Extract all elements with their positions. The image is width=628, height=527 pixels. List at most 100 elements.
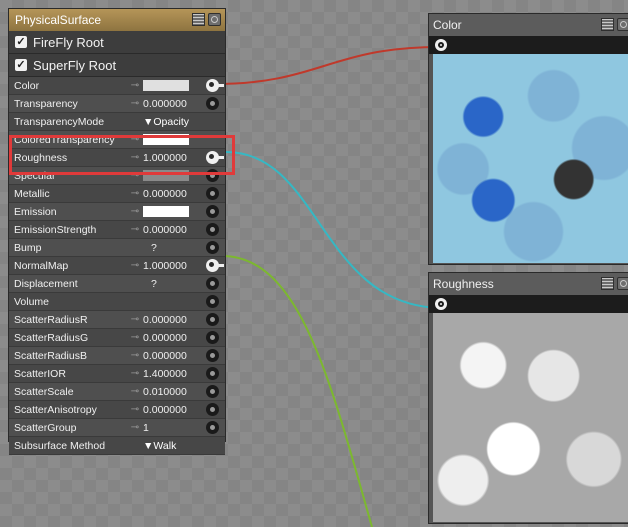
property-name: ScatterRadiusG	[14, 331, 89, 344]
property-value[interactable]	[143, 80, 206, 92]
property-row-scattergroup[interactable]: ScatterGroup ⊸ 1	[9, 419, 225, 437]
property-value[interactable]: 0.000000	[143, 404, 206, 416]
property-row-scatterior[interactable]: ScatterIOR ⊸ 1.400000	[9, 365, 225, 383]
property-value[interactable]: 0.000000	[143, 188, 206, 200]
input-socket-icon[interactable]	[206, 277, 219, 290]
keyframe-icon[interactable]: ⊸	[127, 368, 143, 379]
property-value[interactable]: 0.000000	[143, 224, 206, 236]
input-socket-icon[interactable]	[206, 385, 219, 398]
color-node-header[interactable]: Color	[429, 14, 628, 36]
physical-surface-node[interactable]: PhysicalSurface ✓ FireFly Root ✓ SuperFl…	[8, 8, 226, 455]
roughness-output-row	[429, 295, 628, 313]
property-value[interactable]: 0.000000	[143, 98, 206, 110]
property-row-bump[interactable]: Bump?	[9, 239, 225, 257]
property-value[interactable]: 0.000000	[143, 332, 206, 344]
output-socket-icon[interactable]	[435, 298, 447, 310]
property-row-metallic[interactable]: Metallic ⊸ 0.000000	[9, 185, 225, 203]
property-name: Subsurface Method	[14, 439, 106, 452]
keyframe-icon[interactable]: ⊸	[127, 80, 143, 91]
property-value[interactable]: 1	[143, 422, 206, 434]
firefly-root-row[interactable]: ✓ FireFly Root	[9, 31, 225, 54]
input-socket-icon[interactable]	[206, 367, 219, 380]
property-row-transparencymode[interactable]: TransparencyMode ▼Opacity	[9, 113, 225, 131]
input-socket-icon[interactable]	[206, 97, 219, 110]
superfly-root-row[interactable]: ✓ SuperFly Root	[9, 54, 225, 77]
keyframe-icon[interactable]: ⊸	[127, 386, 143, 397]
input-socket-icon[interactable]	[206, 295, 219, 308]
input-socket-icon	[206, 115, 219, 128]
property-value[interactable]: ▼Opacity	[143, 116, 206, 128]
roughness-node-header[interactable]: Roughness	[429, 273, 628, 295]
input-socket-icon[interactable]	[206, 331, 219, 344]
superfly-root-label: SuperFly Root	[33, 57, 117, 73]
keyframe-icon[interactable]: ⊸	[127, 314, 143, 325]
collapse-list-icon[interactable]	[601, 18, 614, 31]
color-texture-preview	[433, 54, 628, 263]
property-row-scatterradiusr[interactable]: ScatterRadiusR ⊸ 0.000000	[9, 311, 225, 329]
color-node-title: Color	[433, 18, 462, 32]
property-name: Metallic	[14, 187, 50, 200]
property-name: Transparency	[14, 97, 78, 110]
property-value[interactable]: 0.000000	[143, 314, 206, 326]
property-row-emission[interactable]: Emission ⊸	[9, 203, 225, 221]
property-row-color[interactable]: Color ⊸	[9, 77, 225, 95]
roughness-image-node[interactable]: Roughness	[428, 272, 628, 524]
preview-icon[interactable]	[617, 18, 628, 31]
property-row-volume[interactable]: Volume	[9, 293, 225, 311]
checkbox-checked-icon[interactable]: ✓	[15, 59, 27, 71]
property-value[interactable]: ?	[143, 278, 206, 290]
property-name: Emission	[14, 205, 57, 218]
collapse-list-icon[interactable]	[192, 13, 205, 26]
property-value[interactable]: 0.000000	[143, 350, 206, 362]
keyframe-icon[interactable]: ⊸	[127, 422, 143, 433]
property-name: EmissionStrength	[14, 223, 97, 236]
property-name: ScatterRadiusB	[14, 349, 87, 362]
property-value[interactable]: 1.000000	[143, 260, 206, 272]
property-row-transparency[interactable]: Transparency ⊸ 0.000000	[9, 95, 225, 113]
property-name: Displacement	[14, 277, 78, 290]
input-socket-icon[interactable]	[206, 241, 219, 254]
node-title-bar[interactable]: PhysicalSurface	[9, 9, 225, 31]
color-swatch[interactable]	[143, 206, 189, 218]
input-socket-icon[interactable]	[206, 403, 219, 416]
keyframe-icon[interactable]: ⊸	[127, 98, 143, 109]
keyframe-icon[interactable]: ⊸	[127, 350, 143, 361]
property-value[interactable]: 1.400000	[143, 368, 206, 380]
roughness-specular-highlight	[9, 135, 235, 175]
property-row-subsurface-method[interactable]: Subsurface Method ▼Walk	[9, 437, 225, 455]
preview-icon[interactable]	[208, 13, 221, 26]
property-row-scatteranisotropy[interactable]: ScatterAnisotropy ⊸ 0.000000	[9, 401, 225, 419]
keyframe-icon[interactable]: ⊸	[127, 404, 143, 415]
input-socket-icon[interactable]	[206, 421, 219, 434]
checkbox-checked-icon[interactable]: ✓	[15, 36, 27, 48]
property-list: Color ⊸ Transparency ⊸ 0.000000 TransparencyM…	[9, 77, 225, 455]
property-row-normalmap[interactable]: NormalMap ⊸ 1.000000	[9, 257, 225, 275]
input-socket-icon[interactable]	[206, 223, 219, 236]
property-row-scatterscale[interactable]: ScatterScale ⊸ 0.010000	[9, 383, 225, 401]
keyframe-icon[interactable]: ⊸	[127, 206, 143, 217]
color-swatch[interactable]	[143, 80, 189, 92]
property-row-scatterradiusb[interactable]: ScatterRadiusB ⊸ 0.000000	[9, 347, 225, 365]
input-socket-icon[interactable]	[206, 187, 219, 200]
input-socket-icon[interactable]	[206, 259, 224, 272]
property-row-displacement[interactable]: Displacement?	[9, 275, 225, 293]
input-socket-icon[interactable]	[206, 313, 219, 326]
keyframe-icon[interactable]: ⊸	[127, 224, 143, 235]
input-socket-icon[interactable]	[206, 205, 219, 218]
keyframe-icon[interactable]: ⊸	[127, 260, 143, 271]
collapse-list-icon[interactable]	[601, 277, 614, 290]
property-value[interactable]: ?	[143, 242, 206, 254]
property-row-scatterradiusg[interactable]: ScatterRadiusG ⊸ 0.000000	[9, 329, 225, 347]
keyframe-icon[interactable]: ⊸	[127, 188, 143, 199]
input-socket-icon[interactable]	[206, 349, 219, 362]
property-value[interactable]	[143, 206, 206, 218]
property-value[interactable]: ▼Walk	[143, 440, 206, 452]
input-socket-icon[interactable]	[206, 79, 224, 92]
property-value[interactable]: 0.010000	[143, 386, 206, 398]
output-socket-icon[interactable]	[435, 39, 447, 51]
keyframe-icon[interactable]: ⊸	[127, 332, 143, 343]
property-name: Bump	[14, 241, 42, 254]
preview-icon[interactable]	[617, 277, 628, 290]
property-row-emissionstrength[interactable]: EmissionStrength ⊸ 0.000000	[9, 221, 225, 239]
color-image-node[interactable]: Color	[428, 13, 628, 265]
